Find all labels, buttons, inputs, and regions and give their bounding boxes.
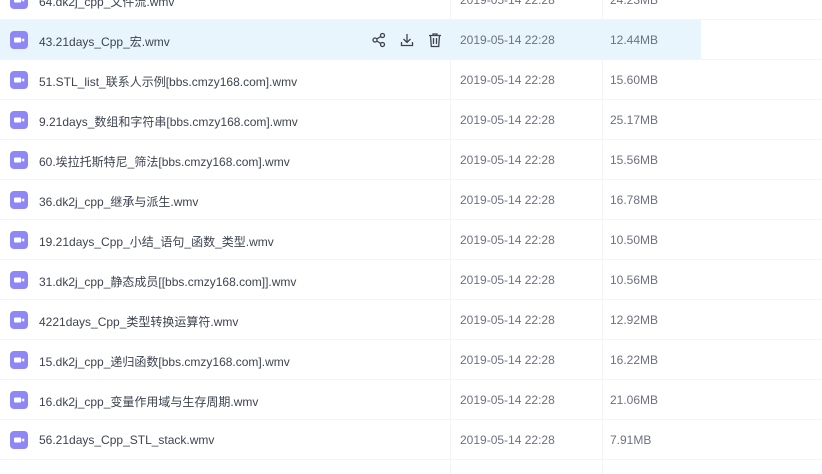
file-size: 25.17MB (610, 113, 659, 127)
file-size: 12.92MB (610, 313, 659, 327)
video-file-icon (10, 111, 28, 129)
file-date: 2019-05-14 22:28 (460, 153, 555, 167)
file-name[interactable]: 19.21days_Cpp_小结_语句_函数_类型.wmv (39, 233, 274, 250)
share-icon[interactable] (370, 31, 388, 49)
video-file-icon (10, 191, 28, 209)
file-date: 2019-05-14 22:28 (460, 353, 555, 367)
video-file-icon (10, 431, 28, 449)
file-name[interactable]: 36.dk2j_cpp_继承与派生.wmv (39, 193, 198, 210)
video-file-icon (10, 271, 28, 289)
file-name[interactable]: 15.dk2j_cpp_递归函数[bbs.cmzy168.com].wmv (39, 353, 290, 370)
file-row[interactable]: 15.dk2j_cpp_递归函数[bbs.cmzy168.com].wmv 20… (0, 340, 822, 380)
file-name[interactable]: 64.dk2j_cpp_文件流.wmv (39, 0, 174, 10)
file-row[interactable]: 36.dk2j_cpp_继承与派生.wmv 2019-05-14 22:28 1… (0, 180, 822, 220)
file-size: 24.23MB (610, 0, 659, 7)
video-file-icon (10, 31, 28, 49)
file-row[interactable]: 4221days_Cpp_类型转换运算符.wmv 2019-05-14 22:2… (0, 300, 822, 340)
file-name[interactable]: 43.21days_Cpp_宏.wmv (39, 33, 170, 50)
file-row[interactable]: 31.dk2j_cpp_静态成员[[bbs.cmzy168.com]].wmv … (0, 260, 822, 300)
file-date: 2019-05-14 22:28 (460, 33, 555, 47)
file-date: 2019-05-14 22:28 (460, 393, 555, 407)
file-name[interactable]: 31.dk2j_cpp_静态成员[[bbs.cmzy168.com]].wmv (39, 273, 296, 290)
download-icon[interactable] (398, 31, 416, 49)
video-file-icon (10, 391, 28, 409)
file-row[interactable]: 51.STL_list_联系人示例[bbs.cmzy168.com].wmv 2… (0, 60, 822, 100)
video-file-icon (10, 351, 28, 369)
file-size: 16.78MB (610, 193, 659, 207)
file-name[interactable]: 51.STL_list_联系人示例[bbs.cmzy168.com].wmv (39, 73, 297, 90)
file-date: 2019-05-14 22:28 (460, 273, 555, 287)
file-size: 16.22MB (610, 353, 659, 367)
file-size: 10.56MB (610, 273, 659, 287)
file-row[interactable]: 64.dk2j_cpp_文件流.wmv 2019-05-14 22:28 24.… (0, 0, 822, 20)
row-divider (0, 459, 822, 460)
file-row[interactable]: 56.21days_Cpp_STL_stack.wmv 2019-05-14 2… (0, 420, 822, 460)
file-size: 15.56MB (610, 153, 659, 167)
file-row[interactable]: 19.21days_Cpp_小结_语句_函数_类型.wmv 2019-05-14… (0, 220, 822, 260)
file-row[interactable]: 9.21days_数组和字符串[bbs.cmzy168.com].wmv 201… (0, 100, 822, 140)
video-file-icon (10, 151, 28, 169)
file-size: 21.06MB (610, 393, 659, 407)
file-name[interactable]: 9.21days_数组和字符串[bbs.cmzy168.com].wmv (39, 113, 298, 130)
file-size: 7.91MB (610, 433, 652, 447)
video-file-icon (10, 231, 28, 249)
file-date: 2019-05-14 22:28 (460, 73, 555, 87)
delete-icon[interactable] (426, 31, 444, 49)
video-file-icon (10, 71, 28, 89)
file-size: 10.50MB (610, 233, 659, 247)
file-size: 12.44MB (610, 33, 659, 47)
file-name[interactable]: 56.21days_Cpp_STL_stack.wmv (39, 433, 214, 447)
video-file-icon (10, 0, 28, 9)
file-name[interactable]: 16.dk2j_cpp_变量作用域与生存周期.wmv (39, 393, 258, 410)
file-date: 2019-05-14 22:28 (460, 0, 555, 7)
file-name[interactable]: 4221days_Cpp_类型转换运算符.wmv (39, 313, 238, 330)
file-date: 2019-05-14 22:28 (460, 233, 555, 247)
file-size: 15.60MB (610, 73, 659, 87)
video-file-icon (10, 311, 28, 329)
file-row[interactable]: 16.dk2j_cpp_变量作用域与生存周期.wmv 2019-05-14 22… (0, 380, 822, 420)
file-date: 2019-05-14 22:28 (460, 313, 555, 327)
file-date: 2019-05-14 22:28 (460, 113, 555, 127)
file-date: 2019-05-14 22:28 (460, 433, 555, 447)
file-name[interactable]: 60.埃拉托斯特尼_筛法[bbs.cmzy168.com].wmv (39, 153, 290, 170)
file-date: 2019-05-14 22:28 (460, 193, 555, 207)
file-row[interactable]: 60.埃拉托斯特尼_筛法[bbs.cmzy168.com].wmv 2019-0… (0, 140, 822, 180)
file-row[interactable]: 43.21days_Cpp_宏.wmv 2019-05-14 22:28 12.… (0, 20, 822, 60)
